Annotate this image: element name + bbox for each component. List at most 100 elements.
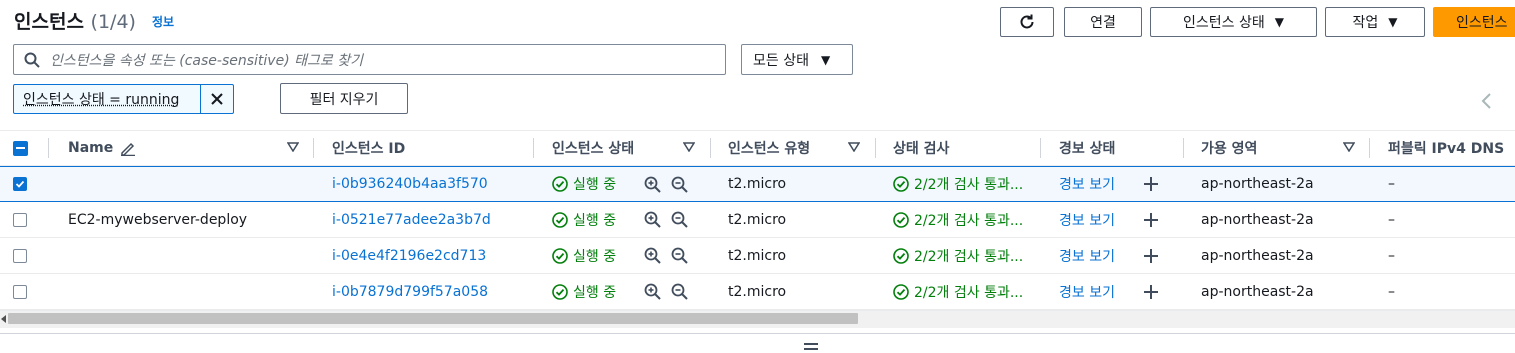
state-filter-actions [644, 238, 688, 273]
info-link[interactable]: 정보 [152, 13, 174, 30]
sort-icon[interactable] [683, 142, 695, 152]
table-row[interactable]: i-0b936240b4aa3f570 실행 중 t2.micro 2/2개 검사 통… [0, 166, 1515, 202]
check-circle-icon [552, 283, 568, 300]
caret-down-icon: ▼ [1388, 15, 1398, 29]
zoom-out-icon[interactable] [671, 247, 688, 264]
previous-page-button[interactable] [1480, 91, 1492, 115]
search-icon [24, 52, 40, 68]
caret-down-icon: ▼ [820, 52, 831, 67]
public-dns: – [1388, 211, 1395, 228]
chevron-left-icon [1481, 93, 1491, 109]
column-header-availability-zone[interactable]: 가용 영역 [1201, 131, 1257, 165]
launch-label: 인스턴스 [1456, 15, 1508, 31]
instance-state: 실행 중 [552, 202, 616, 237]
instance-state: 실행 중 [552, 274, 616, 309]
plus-icon[interactable] [1143, 212, 1159, 228]
instance-id-link[interactable]: i-0b7879d799f57a058 [332, 274, 488, 309]
row-checkbox[interactable] [13, 212, 27, 227]
check-circle-icon [893, 211, 909, 228]
check-circle-icon [893, 247, 909, 264]
actions-label: 작업 [1352, 15, 1379, 31]
instance-name: EC2-mywebserver-deploy [68, 211, 248, 228]
check-circle-icon [893, 176, 909, 192]
instance-state-text: 실행 중 [573, 248, 617, 265]
connect-button[interactable]: 연결 [1064, 7, 1142, 37]
launch-instances-button[interactable]: 인스턴스 [1433, 7, 1515, 37]
column-header-instance-id[interactable]: 인스턴스 ID [332, 131, 405, 165]
zoom-in-icon[interactable] [644, 176, 661, 193]
check-circle-icon [552, 247, 568, 264]
column-label: Name [68, 140, 114, 156]
instance-id-link[interactable]: i-0521e77adee2a3b7d [332, 202, 491, 237]
plus-icon[interactable] [1143, 248, 1159, 264]
zoom-out-icon[interactable] [671, 176, 688, 193]
column-header-public-dns[interactable]: 퍼블릭 IPv4 DNS [1388, 131, 1504, 165]
plus-icon[interactable] [1143, 176, 1159, 192]
remove-filter-button[interactable] [201, 85, 233, 113]
column-header-name[interactable]: Name [68, 131, 137, 165]
refresh-button[interactable] [1000, 7, 1054, 37]
row-checkbox[interactable] [13, 177, 27, 191]
row-checkbox[interactable] [13, 284, 27, 299]
plus-icon[interactable] [1143, 284, 1159, 300]
sort-icon[interactable] [848, 142, 860, 152]
instance-type: t2.micro [728, 211, 787, 228]
instance-state-text: 실행 중 [573, 212, 617, 229]
view-alarms-link[interactable]: 경보 보기 [1059, 167, 1115, 201]
instance-type: t2.micro [728, 247, 787, 264]
status-check: 2/2개 검사 통과... [893, 274, 1023, 309]
table-row[interactable]: i-0e4e4f2196e2cd713 실행 중 t2.micro 2/2개 검사 통… [0, 238, 1515, 274]
add-alarm-button[interactable] [1143, 167, 1159, 201]
table-row[interactable]: i-0b7879d799f57a058 실행 중 t2.micro 2/2개 검사 통… [0, 274, 1515, 310]
actions-button[interactable]: 작업 ▼ [1325, 7, 1425, 37]
instance-id-link[interactable]: i-0e4e4f2196e2cd713 [332, 238, 486, 273]
add-alarm-button[interactable] [1143, 202, 1159, 237]
status-check: 2/2개 검사 통과... [893, 238, 1023, 273]
state-select[interactable]: 모든 상태 ▼ [741, 44, 853, 75]
view-alarms-link[interactable]: 경보 보기 [1059, 238, 1115, 273]
zoom-out-icon[interactable] [671, 283, 688, 300]
add-alarm-button[interactable] [1143, 274, 1159, 309]
instance-state-text: 실행 중 [573, 284, 617, 301]
instance-state: 실행 중 [552, 167, 616, 201]
page-title: 인스턴스 (1/4) [14, 7, 136, 34]
search-input[interactable]: 인스턴스을 속성 또는 (case-sensitive) 태그로 찾기 [13, 44, 726, 75]
status-check-text: 2/2개 검사 통과... [914, 248, 1024, 265]
availability-zone: ap-northeast-2a [1201, 247, 1314, 264]
select-all-checkbox[interactable] [13, 131, 28, 165]
title-text: 인스턴스 [14, 11, 84, 33]
check-circle-icon [552, 211, 568, 228]
column-header-alarm-status[interactable]: 경보 상태 [1059, 131, 1115, 165]
zoom-in-icon[interactable] [644, 283, 661, 300]
column-header-instance-type[interactable]: 인스턴스 유형 [728, 131, 810, 165]
sort-icon[interactable] [1343, 142, 1355, 152]
scroll-left-arrow-icon[interactable] [1, 315, 6, 323]
row-checkbox[interactable] [13, 248, 27, 263]
instance-id-link[interactable]: i-0b936240b4aa3f570 [332, 167, 488, 201]
selection-count: (1/4) [90, 11, 136, 33]
add-alarm-button[interactable] [1143, 238, 1159, 273]
column-header-instance-state[interactable]: 인스턴스 상태 [552, 131, 634, 165]
instance-state-button[interactable]: 인스턴스 상태 ▼ [1150, 7, 1317, 37]
view-alarms-link[interactable]: 경보 보기 [1059, 202, 1115, 237]
view-alarms-link[interactable]: 경보 보기 [1059, 274, 1115, 309]
state-filter-actions [644, 274, 688, 309]
zoom-in-icon[interactable] [644, 211, 661, 228]
filter-token-label[interactable]: 인스턴스 상태 = running [14, 85, 201, 113]
availability-zone: ap-northeast-2a [1201, 211, 1314, 228]
zoom-in-icon[interactable] [644, 247, 661, 264]
checkbox-indeterminate [13, 140, 28, 156]
edit-icon [121, 142, 136, 156]
status-check-text: 2/2개 검사 통과... [914, 284, 1024, 301]
zoom-out-icon[interactable] [671, 211, 688, 228]
clear-filters-button[interactable]: 필터 지우기 [280, 83, 408, 114]
drag-handle-icon[interactable] [804, 343, 818, 353]
column-header-status-check[interactable]: 상태 검사 [893, 131, 949, 165]
state-select-value: 모든 상태 [753, 52, 809, 69]
split-panel-divider [0, 333, 1515, 334]
sort-icon[interactable] [287, 142, 299, 152]
table-row[interactable]: EC2-mywebserver-deploy i-0521e77adee2a3b7… [0, 202, 1515, 238]
instance-state: 실행 중 [552, 238, 616, 273]
check-circle-icon [552, 176, 568, 192]
scrollbar-thumb[interactable] [8, 313, 858, 324]
